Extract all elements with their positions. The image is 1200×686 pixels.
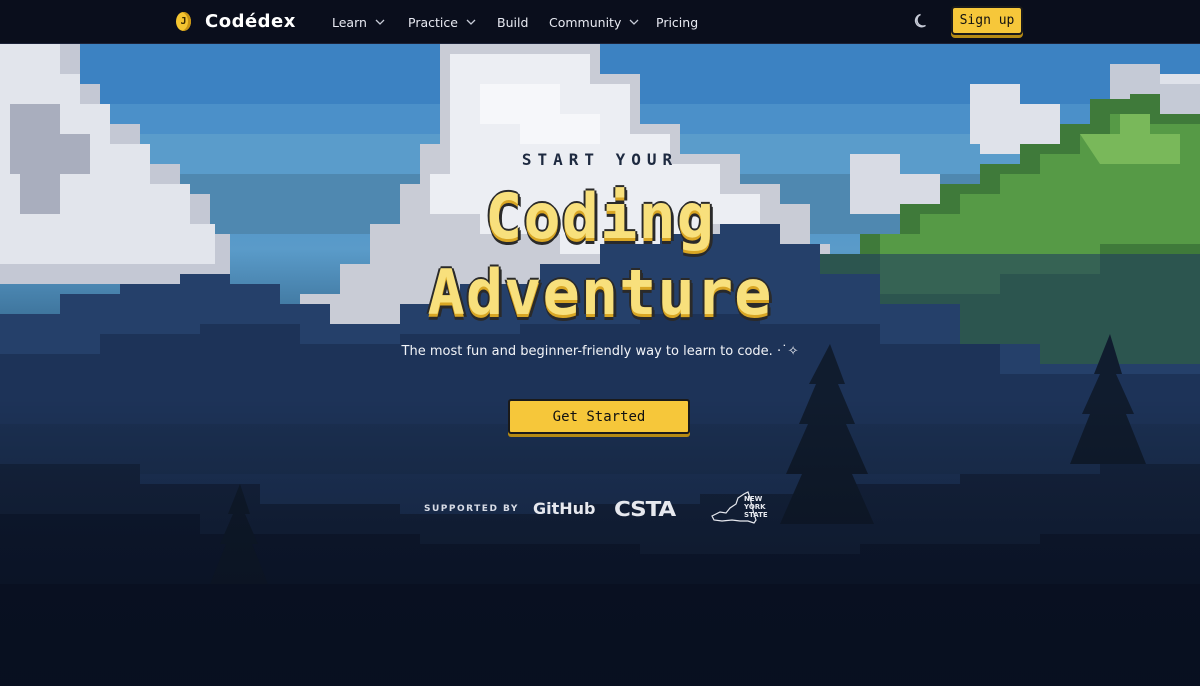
moon-icon[interactable]: [912, 11, 932, 31]
hero-tagline: START YOUR: [521, 150, 679, 169]
nav-item-label: Community: [549, 14, 622, 30]
signup-button[interactable]: Sign up: [951, 6, 1023, 35]
top-navbar: J Codédex Learn Practice Build Community…: [0, 0, 1200, 44]
supported-by-label: SUPPORTED BY: [424, 504, 519, 514]
new-york-state-logo-text: NEW YORK STATE: [744, 495, 774, 519]
nav-item-pricing[interactable]: Pricing: [656, 12, 698, 32]
nav-item-practice[interactable]: Practice: [408, 12, 477, 32]
csta-logo: CSTA: [614, 497, 676, 521]
nav-item-label: Practice: [408, 14, 458, 30]
nys-line: NEW: [744, 495, 763, 503]
nav-item-label: Build: [497, 14, 529, 30]
coin-icon: J: [176, 11, 191, 31]
hero-section: START YOUR Coding Adventure The most fun…: [0, 44, 1200, 686]
hero-subtitle: The most fun and beginner-friendly way t…: [401, 344, 799, 359]
brand-logo[interactable]: J Codédex: [176, 9, 296, 33]
get-started-button[interactable]: Get Started: [508, 399, 690, 434]
chevron-down-icon: [629, 19, 639, 25]
nys-line: STATE: [744, 511, 768, 519]
chevron-down-icon: [466, 19, 476, 25]
hero-title-line1: Coding: [485, 180, 715, 253]
chevron-down-icon: [375, 19, 385, 25]
nav-item-label: Pricing: [656, 14, 699, 30]
nav-item-label: Learn: [332, 14, 367, 30]
pixel-landscape-background: [0, 44, 1200, 686]
nys-line: YORK: [744, 503, 766, 511]
nav-item-community[interactable]: Community: [549, 12, 640, 32]
nav-item-build[interactable]: Build: [497, 12, 528, 32]
hero-title-line2: Adventure: [427, 256, 773, 329]
github-logo: GitHub: [533, 499, 596, 518]
brand-name: Codédex: [205, 10, 296, 32]
nav-item-learn[interactable]: Learn: [332, 12, 386, 32]
